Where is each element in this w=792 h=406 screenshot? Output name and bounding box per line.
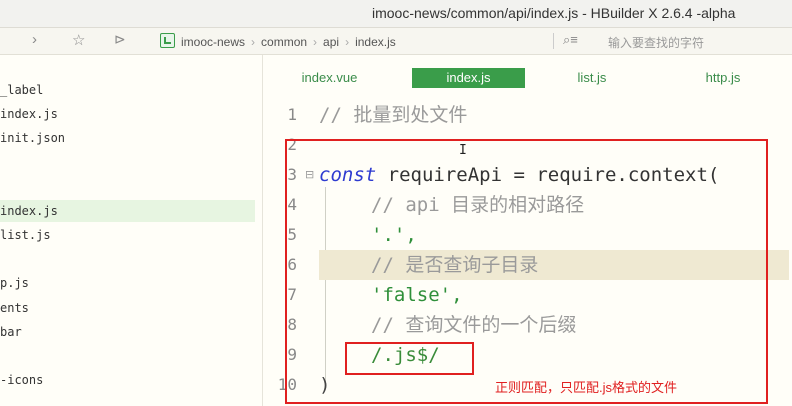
file-label: _label [0,83,44,97]
toolbar: › ☆ ⊳ imooc-news › common › api › index.js ⌕≡ … [0,28,792,55]
file-label: -icons [0,373,44,387]
window-title: imooc-news/common/api/index.js - HBuilde… [372,5,736,21]
find-icon[interactable]: ⌕≡ [563,32,578,48]
search-input[interactable]: 输入要查找的字符 [608,34,704,51]
file-item[interactable]: init.json [0,127,255,149]
breadcrumb-item[interactable]: common [261,35,307,49]
breadcrumb-item[interactable]: index.js [355,35,396,49]
line-number: 1 [287,105,297,124]
file-label: index.js [0,107,58,121]
tab-http-js[interactable]: http.js [683,68,763,88]
tab-index-vue[interactable]: index.vue [283,68,376,88]
tab-index-js[interactable]: index.js [412,68,525,88]
file-label: list.js [0,228,51,242]
title-bar: imooc-news/common/api/index.js - HBuilde… [0,0,792,28]
file-label: p.js [0,276,29,290]
file-item[interactable]: p.js [0,272,255,294]
file-item[interactable]: index.js [0,103,255,125]
chevron-right-icon[interactable]: › [32,31,37,48]
play-icon[interactable]: ⊳ [114,31,126,48]
breadcrumb-separator: › [345,35,350,49]
breadcrumb-item[interactable]: imooc-news [181,35,245,49]
tab-list-js[interactable]: list.js [553,68,631,88]
editor-tabs: index.vue index.js list.js http.js [263,55,792,97]
star-icon[interactable]: ☆ [72,31,85,49]
breadcrumb-item[interactable]: api [323,35,339,49]
file-label: init.json [0,131,66,145]
file-item[interactable]: bar [0,321,255,343]
file-item[interactable]: _label [0,79,255,101]
file-tree: _label index.js init.json index.js list.… [0,55,263,406]
file-label: ents [0,301,29,315]
code-line: 1 // 批量到处文件 [263,100,792,130]
file-item-active[interactable]: index.js [0,200,255,222]
search-box[interactable]: ⌕≡ 输入要查找的字符 [553,30,792,52]
annotation-text: 正则匹配，只匹配.js格式的文件 [495,380,678,395]
file-item[interactable]: list.js [0,224,255,246]
file-label: bar [0,325,22,339]
code-text: // 批量到处文件 [319,104,468,126]
breadcrumb-separator: › [251,35,256,49]
annotation-box-regex [345,342,474,375]
file-label: index.js [0,204,58,218]
divider [553,33,554,49]
file-item[interactable]: ents [0,297,255,319]
breadcrumb-separator: › [313,35,318,49]
breadcrumb: imooc-news › common › api › index.js [160,33,396,49]
project-icon[interactable] [160,33,175,48]
file-item[interactable]: -icons [0,369,255,391]
